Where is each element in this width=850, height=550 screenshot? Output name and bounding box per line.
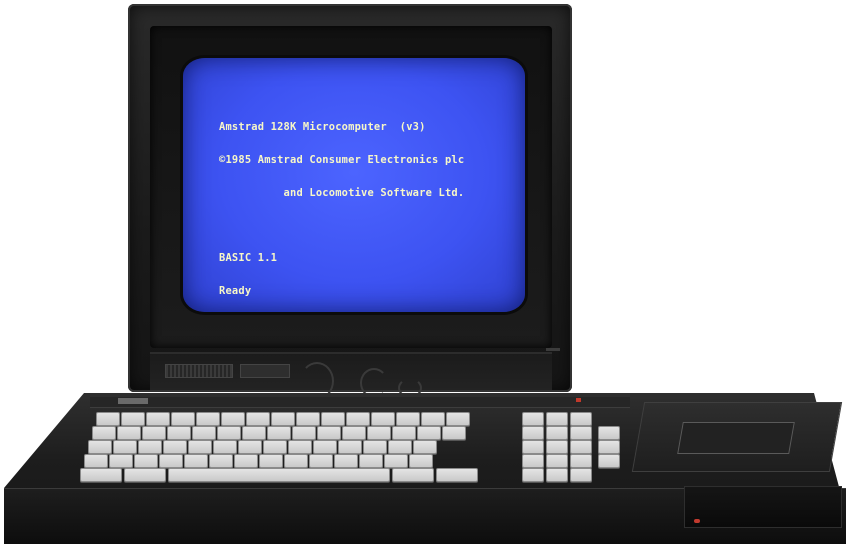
keyboard-key [271,412,295,426]
keyboard-key [213,440,237,454]
keyboard-key [284,454,308,468]
keyboard-key [92,426,116,440]
keyboard-key [192,426,216,440]
brand-label [118,398,148,404]
keyboard-key [522,468,544,482]
keyboard-key [570,454,592,468]
keyboard-key [409,454,433,468]
keyboard-key [321,412,345,426]
keyboard-key [546,454,568,468]
keyboard-key [159,454,183,468]
keyboard-key [367,426,391,440]
screen-line-title: Amstrad 128K Microcomputer (v3) [219,121,426,133]
keyboard-key [259,454,283,468]
keyboard-key [338,440,362,454]
keyboard-key [392,426,416,440]
keyboard-key [184,454,208,468]
keyboard-key [417,426,441,440]
keyboard-key [263,440,287,454]
keyboard-key [117,426,141,440]
keyboard-key [113,440,137,454]
keyboard-key [363,440,387,454]
keyboard-top-strip [90,397,630,408]
keyboard-key [138,440,162,454]
keyboard-key [546,412,568,426]
keyboard-key [598,454,620,468]
keyboard-key [546,426,568,440]
keyboard-key [296,412,320,426]
keyboard-key [96,412,120,426]
keyboard-key [134,454,158,468]
keyboard-key [84,454,108,468]
keyboard-key [167,426,191,440]
keyboard-key [388,440,412,454]
keyboard-key [267,426,291,440]
keyboard-key [309,454,333,468]
keyboard-key [288,440,312,454]
keyboard-key [317,426,341,440]
keyboard-key [522,426,544,440]
power-indicator [576,398,581,402]
screen-line-ready: Ready [219,285,252,297]
keyboard-key [359,454,383,468]
keyboard-key [522,440,544,454]
keyboard-key [570,440,592,454]
keyboard-key [121,412,145,426]
keyboard-key [570,468,592,482]
keyboard-key [163,440,187,454]
keyboard-key [371,412,395,426]
monitor-model-plate [240,364,290,378]
keyboard-key [80,468,122,482]
cassette-front-panel [684,486,842,528]
front-led [694,519,700,523]
keyboard-key [142,426,166,440]
keyboard-key [436,468,478,482]
keyboard-key [313,440,337,454]
keyboard-key [546,468,568,482]
keyboard-key [396,412,420,426]
keyboard-key [292,426,316,440]
keyboard-key [413,440,437,454]
keyboard-key [246,412,270,426]
keyboard-key [238,440,262,454]
screen-line-copyright-2: and Locomotive Software Ltd. [219,187,465,199]
keyboard-key [88,440,112,454]
keyboard-key [342,426,366,440]
keyboard-key [221,412,245,426]
keyboard-key [124,468,166,482]
keyboard-key [234,454,258,468]
keyboard-key [522,412,544,426]
keyboard-key [546,440,568,454]
keyboard-key [392,468,434,482]
keyboard-key [188,440,212,454]
keyboard-key [146,412,170,426]
keyboard-key [346,412,370,426]
keyboard-key [171,412,195,426]
crt-screen: Amstrad 128K Microcomputer (v3) ©1985 Am… [183,58,525,312]
keyboard-key [522,454,544,468]
keyboard-key [598,440,620,454]
keyboard-key [109,454,133,468]
keyboard-key [334,454,358,468]
keyboard-key [598,426,620,440]
basic-boot-text: Amstrad 128K Microcomputer (v3) ©1985 Am… [219,100,464,312]
monitor-power-switch [546,348,560,351]
keyboard-key [196,412,220,426]
keyboard-key [384,454,408,468]
keyboard-key [209,454,233,468]
keyboard-keys [80,412,622,482]
keyboard-key [168,468,390,482]
cassette-window [677,422,795,454]
keyboard-key [442,426,466,440]
keyboard-key [242,426,266,440]
monitor-brand-plate [165,364,233,378]
keyboard-key [446,412,470,426]
screen-line-copyright: ©1985 Amstrad Consumer Electronics plc [219,154,465,166]
screen-line-basic-version: BASIC 1.1 [219,252,278,264]
keyboard-key [570,412,592,426]
keyboard-key [217,426,241,440]
keyboard-key [570,426,592,440]
keyboard-key [421,412,445,426]
